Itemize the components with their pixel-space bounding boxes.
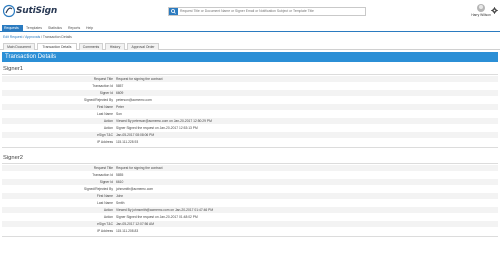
nav-item-help[interactable]: Help (84, 25, 96, 31)
search-button[interactable] (169, 8, 178, 15)
nav-item-requests[interactable]: Requests (2, 25, 23, 31)
nav-item-statistics[interactable]: Statistics (46, 25, 66, 31)
document-tabs: Main Document Transaction Details Commen… (0, 43, 500, 50)
logo-text: SutiSign (16, 6, 58, 16)
field-value: Request for signing the contract (116, 166, 163, 170)
signer1-row-action-signed: Action Signer Signed the request on Jan-… (2, 125, 498, 131)
section-divider (2, 236, 498, 237)
field-label: Action (103, 126, 113, 130)
field-label: eSign T&C (97, 133, 113, 137)
field-label: Action (103, 215, 113, 219)
field-label: IP Address (97, 140, 113, 144)
section-divider (2, 163, 498, 164)
field-value: Jan-05-2017 12:07:56 AM (116, 222, 154, 226)
signer1-row-last-name: Last Name Son (2, 111, 498, 117)
field-label: Last Name (97, 112, 113, 116)
signer2-row-last-name: Last Name Smith (2, 200, 498, 206)
global-search (168, 7, 366, 16)
field-value: Son (116, 112, 122, 116)
field-label: Transaction Id (92, 173, 113, 177)
nav-item-reports[interactable]: Reports (66, 25, 83, 31)
tab-history[interactable]: History (105, 43, 125, 50)
breadcrumb-edit-request[interactable]: Edit Request (3, 35, 22, 39)
signer1-row-signer-id: Signer Id 6609 (2, 90, 498, 96)
field-label: Signed/Rejected By (84, 98, 113, 102)
section-divider (2, 147, 498, 148)
field-value: 5857 (116, 84, 124, 88)
field-label: IP Address (97, 229, 113, 233)
nav-item-templates[interactable]: Templates (24, 25, 46, 31)
field-value: peterson@acmemc.com (116, 98, 152, 102)
field-label: Request Title (93, 77, 113, 81)
field-value: Viewed By johnsmith@acmemc.com on Jan-20… (116, 208, 214, 212)
field-value: Signer Signed the request on Jan-20-2017… (116, 215, 198, 219)
field-label: Request Title (93, 166, 113, 170)
field-label: Signer Id (99, 91, 113, 95)
gear-icon[interactable] (491, 7, 498, 14)
signer1-row-action-viewed: Action Viewed By peterson@acmemc.com on … (2, 118, 498, 124)
tab-transaction-details[interactable]: Transaction Details (37, 43, 77, 50)
field-label: First Name (96, 105, 113, 109)
signer1-row-esign-tc: eSign T&C Jan-05-2017 08:08:06 PM (2, 132, 498, 138)
signer1-row-transaction-id: Transaction Id 5857 (2, 83, 498, 89)
signer2-title: Signer2 (3, 155, 23, 161)
field-label: Action (103, 208, 113, 212)
signer1-title: Signer1 (3, 66, 23, 72)
breadcrumb-current: Transaction Details (42, 35, 72, 39)
field-label: eSign T&C (97, 222, 113, 226)
signer2-row-action-signed: Action Signer Signed the request on Jan-… (2, 214, 498, 220)
field-value: johnsmith@acmemc.com (116, 187, 154, 191)
signer1-row-signed-by: Signed/Rejected By peterson@acmemc.com (2, 97, 498, 103)
field-label: Transaction Id (92, 84, 113, 88)
field-label: Last Name (97, 201, 113, 205)
field-label: Signer Id (99, 180, 113, 184)
field-label: Action (103, 119, 113, 123)
main-nav: Requests Templates Statistics Reports He… (0, 25, 500, 32)
field-value: 115.111.228.93 (116, 140, 139, 144)
field-label: Signed/Rejected By (84, 187, 113, 191)
field-value: Request for signing the contract (116, 77, 163, 81)
field-value: Peter (116, 105, 124, 109)
avatar (477, 4, 485, 12)
field-value: 115.111.208.83 (116, 229, 139, 233)
panel-title: Transaction Details (2, 52, 498, 62)
search-input[interactable] (180, 8, 365, 15)
breadcrumb-approvals[interactable]: Approvals (25, 35, 40, 39)
breadcrumb: Edit Request / Approvals / Transaction D… (3, 35, 72, 39)
field-value: Signer Signed the request on Jan-20-2017… (116, 126, 198, 130)
signer2-row-ip-address: IP Address 115.111.208.83 (2, 228, 498, 234)
signer2-row-transaction-id: Transaction Id 5855 (2, 172, 498, 178)
signer2-row-first-name: First Name John (2, 193, 498, 199)
top-header: SutiSign Harry Willson (0, 0, 500, 22)
signer2-row-action-viewed: Action Viewed By johnsmith@acmemc.com on… (2, 207, 498, 213)
search-icon (171, 9, 176, 14)
field-value: Jan-05-2017 08:08:06 PM (116, 133, 155, 137)
field-label: First Name (96, 194, 113, 198)
signer2-row-esign-tc: eSign T&C Jan-05-2017 12:07:56 AM (2, 221, 498, 227)
field-value: 6610 (116, 180, 124, 184)
tab-comments[interactable]: Comments (79, 43, 103, 50)
field-value: 5855 (116, 173, 124, 177)
signer2-row-request-title: Request Title Request for signing the co… (2, 165, 498, 171)
tab-main-document[interactable]: Main Document (3, 43, 35, 50)
field-value: John (116, 194, 124, 198)
signer1-row-first-name: First Name Peter (2, 104, 498, 110)
field-value: Viewed By peterson@acmemc.com on Jan-20-… (116, 119, 212, 123)
field-value: 6609 (116, 91, 124, 95)
signer2-row-signed-by: Signed/Rejected By johnsmith@acmemc.com (2, 186, 498, 192)
tab-approval-order[interactable]: Approval Order (127, 43, 159, 50)
sutisign-logo[interactable]: SutiSign (3, 4, 57, 20)
signer2-row-signer-id: Signer Id 6610 (2, 179, 498, 185)
signer1-row-request-title: Request Title Request for signing the co… (2, 76, 498, 82)
section-divider (2, 74, 498, 75)
logo-mark-icon (3, 4, 15, 18)
field-value: Smith (116, 201, 125, 205)
signer1-row-ip-address: IP Address 115.111.228.93 (2, 139, 498, 145)
